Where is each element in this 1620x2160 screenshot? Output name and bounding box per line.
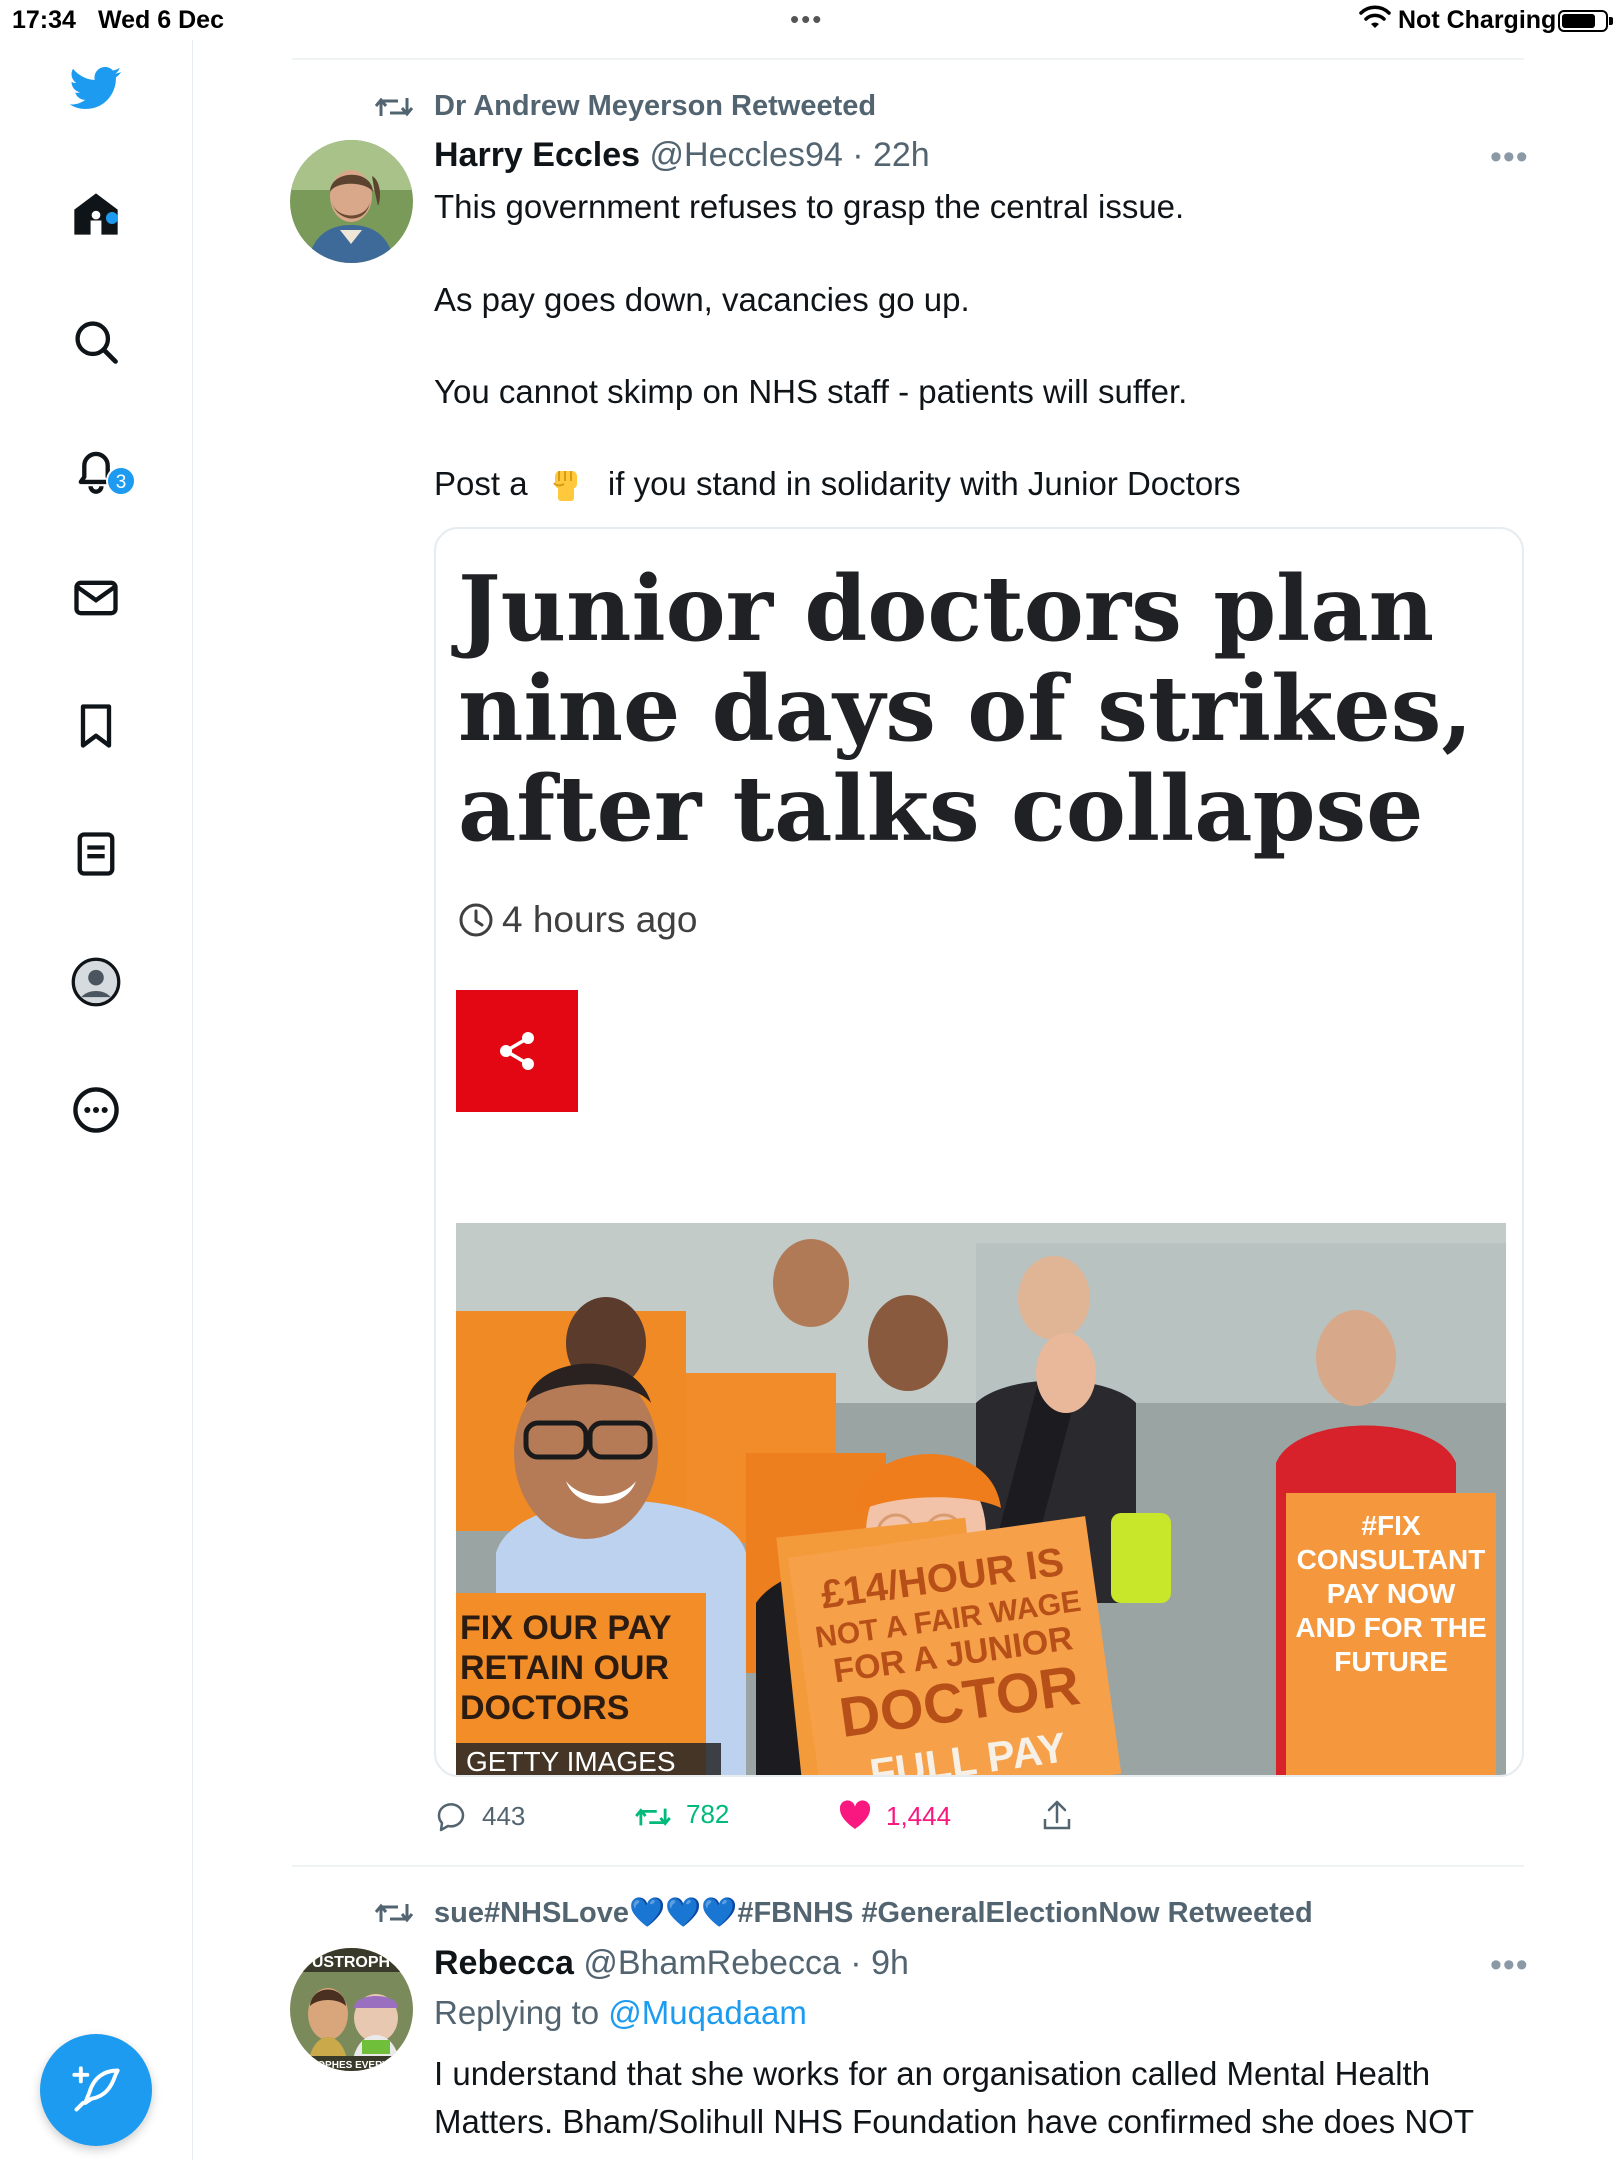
tweet-author-line: Harry Eccles @Heccles94 · 22h	[434, 136, 930, 174]
reply-count: 443	[482, 1801, 526, 1831]
sign-text: AND FOR THE	[1295, 1612, 1486, 1643]
share-upload-icon	[1043, 1800, 1071, 1830]
tweet-text-line: This government refuses to grasp the cen…	[434, 188, 1185, 225]
share-icon	[500, 1032, 534, 1070]
tweet-text-line: Matters. Bham/Solihull NHS Foundation ha…	[434, 2103, 1474, 2140]
retweet-count: 782	[686, 1799, 730, 1829]
share-action[interactable]	[1040, 1799, 1088, 1839]
multitasking-dots[interactable]: •••	[790, 4, 823, 35]
search-icon[interactable]	[70, 316, 122, 368]
battery-icon	[1558, 10, 1613, 32]
article-time: 4 hours ago	[458, 899, 697, 941]
tweet-text-fragment: Post a	[434, 465, 528, 502]
sign-text: FUTURE	[1334, 1646, 1448, 1677]
timeline-divider	[292, 1865, 1524, 1867]
status-bar: 17:34 Wed 6 Dec ••• Not Charging	[0, 0, 1620, 40]
more-options-icon[interactable]: •••	[1490, 138, 1529, 177]
tweet-text-line: As pay goes down, vacancies go up.	[434, 281, 970, 318]
avatar-meme-text: TROPHES EVERYW	[304, 2060, 399, 2071]
photo-credit: GETTY IMAGES	[466, 1746, 676, 1777]
timeline-divider	[292, 58, 1524, 60]
like-action[interactable]: 1,444	[838, 1799, 951, 1839]
sidebar-nav: 3	[0, 40, 193, 2160]
retweet-icon	[635, 1808, 671, 1826]
compose-tweet-button[interactable]	[40, 2034, 152, 2146]
tweet-text-line: I understand that she works for an organ…	[434, 2055, 1431, 2092]
wifi-icon	[1358, 4, 1392, 32]
avatar[interactable]: USTROPH TROPHES EVERYW	[290, 1948, 413, 2071]
headline-line: after talks collapse	[458, 756, 1424, 862]
sign-text: FIX OUR PAY	[460, 1609, 672, 1647]
author-handle[interactable]: @Heccles94	[650, 136, 843, 174]
tweet-text-line: Post a if you stand in solidarity with J…	[434, 465, 1241, 503]
headline-line: nine days of strikes,	[458, 656, 1473, 762]
compose-tweet-icon	[72, 2066, 120, 2112]
more-icon[interactable]	[70, 1084, 122, 1136]
headline-line: Junior doctors plan	[458, 556, 1435, 662]
link-card[interactable]: Junior doctors plan nine days of strikes…	[434, 527, 1524, 1777]
home-unread-dot	[106, 212, 118, 224]
status-date: Wed 6 Dec	[98, 6, 224, 34]
sign-text: RETAIN OUR	[460, 1649, 669, 1687]
sign-text: PAY NOW	[1327, 1578, 1456, 1609]
retweet-icon	[374, 92, 414, 122]
sign-text: #FIX	[1361, 1510, 1420, 1541]
replying-to-handle[interactable]: @Muqadaam	[608, 1994, 807, 2031]
author-name[interactable]: Rebecca	[434, 1944, 574, 1982]
clock-icon	[459, 903, 493, 937]
lists-icon[interactable]	[70, 828, 122, 880]
author-handle[interactable]: @BhamRebecca	[583, 1944, 841, 1982]
avatar[interactable]	[290, 140, 413, 263]
article-time-text: 4 hours ago	[502, 899, 698, 940]
retweeted-by-label[interactable]: sue#NHSLove💙💙💙#FBNHS #GeneralElectionNow…	[434, 1896, 1313, 1930]
like-count: 1,444	[886, 1801, 952, 1831]
battery-status-text: Not Charging	[1398, 6, 1557, 34]
reply-action[interactable]: 443	[434, 1799, 525, 1839]
reply-icon	[437, 1803, 465, 1832]
retweet-action[interactable]: 782	[634, 1799, 729, 1839]
messages-icon[interactable]	[70, 572, 122, 624]
tweet-age[interactable]: 9h	[871, 1944, 909, 1982]
sign-text: CONSULTANT	[1297, 1544, 1486, 1575]
replying-to-line: Replying to @Muqadaam	[434, 1994, 807, 2032]
more-options-icon[interactable]: •••	[1490, 1946, 1529, 1985]
tweet-author-line: Rebecca @BhamRebecca · 9h	[434, 1944, 909, 1982]
heart-icon	[839, 1800, 871, 1829]
tweet-text-fragment: if you stand in solidarity with Junior D…	[607, 465, 1241, 502]
tweet-age[interactable]: 22h	[873, 136, 930, 174]
sign-text: DOCTORS	[460, 1689, 629, 1727]
profile-icon[interactable]	[70, 956, 122, 1008]
retweeted-by-label[interactable]: Dr Andrew Meyerson Retweeted	[434, 90, 876, 123]
bookmarks-icon[interactable]	[70, 700, 122, 752]
article-headline: Junior doctors plan nine days of strikes…	[458, 556, 1473, 862]
twitter-bird-icon[interactable]	[69, 62, 122, 114]
retweet-icon	[374, 1898, 414, 1928]
avatar-meme-text: USTROPH	[312, 1954, 390, 1971]
article-photo: £14/HOUR IS NOT A FAIR WAGE FOR A JUNIOR…	[456, 1223, 1506, 1777]
tweet-text-line: You cannot skimp on NHS staff - patients…	[434, 373, 1188, 410]
replying-to-label: Replying to	[434, 1994, 600, 2031]
author-name[interactable]: Harry Eccles	[434, 136, 640, 174]
raised-fist-emoji-icon	[547, 465, 585, 503]
share-article-button[interactable]	[456, 990, 578, 1112]
notifications-badge: 3	[106, 466, 136, 496]
status-time: 17:34	[12, 6, 76, 34]
